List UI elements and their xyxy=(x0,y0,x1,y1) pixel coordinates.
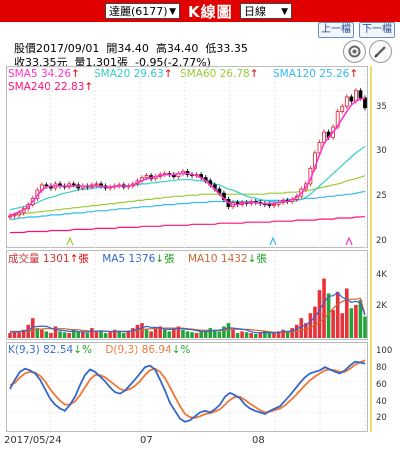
candle-body xyxy=(363,97,367,109)
volume-bar xyxy=(363,316,367,338)
volume-bar xyxy=(94,331,99,338)
volume-bar xyxy=(181,329,185,338)
volume-bar xyxy=(90,328,94,338)
volume-bar xyxy=(17,332,21,338)
volume-bar xyxy=(135,324,140,338)
sma240-line xyxy=(10,216,366,234)
candle-body xyxy=(353,90,358,102)
volume-bar xyxy=(117,331,122,338)
candle-body xyxy=(349,96,354,102)
volume-bar xyxy=(58,331,62,338)
volume-bar xyxy=(62,332,67,338)
volume-bar xyxy=(103,333,108,338)
candle-body xyxy=(358,90,363,99)
volume-bar xyxy=(308,313,313,338)
candle-body xyxy=(344,96,349,107)
volume-bar xyxy=(40,329,44,338)
candle-body xyxy=(144,175,149,179)
candle-body xyxy=(44,184,49,187)
volume-bar xyxy=(153,328,158,338)
volume-bar xyxy=(322,278,326,338)
volume-bar xyxy=(140,323,144,338)
volume-bar xyxy=(208,328,213,338)
candle-body xyxy=(94,183,99,186)
volume-bar xyxy=(162,329,167,338)
signal-marker xyxy=(66,236,74,246)
chart-canvas[interactable] xyxy=(0,0,400,450)
candle-body xyxy=(8,215,12,218)
volume-bar xyxy=(244,332,249,338)
volume-bar xyxy=(194,333,199,338)
volume-bar xyxy=(240,331,244,338)
k-line xyxy=(9,360,366,423)
volume-bar xyxy=(344,288,349,338)
volume-bar xyxy=(144,329,149,338)
volume-bar xyxy=(253,333,258,338)
volume-bar xyxy=(299,318,304,338)
volume-bar xyxy=(340,313,345,338)
volume-bar xyxy=(226,323,231,338)
volume-bar xyxy=(149,331,153,338)
volume-bar xyxy=(235,333,240,338)
volume-bar xyxy=(44,331,49,338)
volume-bar xyxy=(354,304,358,338)
volume-bar xyxy=(108,332,112,338)
volume-bar xyxy=(313,306,317,338)
candle-body xyxy=(12,214,17,217)
volume-bar xyxy=(335,291,340,338)
volume-bar xyxy=(272,333,276,338)
sma5-line xyxy=(9,97,366,216)
volume-bar xyxy=(258,333,263,338)
volume-bar xyxy=(81,332,85,338)
volume-bar xyxy=(131,328,135,338)
volume-bar xyxy=(249,333,254,338)
volume-bar xyxy=(317,290,322,338)
candle-body xyxy=(71,183,76,186)
volume-bar xyxy=(121,333,126,338)
volume-bar xyxy=(8,333,12,338)
volume-bar xyxy=(190,332,194,338)
volume-bar xyxy=(290,328,294,338)
volume-bar xyxy=(231,329,235,338)
volume-bar xyxy=(217,331,222,338)
volume-bar xyxy=(281,329,285,338)
candle-body xyxy=(17,212,22,216)
volume-bar xyxy=(199,331,203,338)
candle-body xyxy=(272,204,276,207)
volume-bar xyxy=(185,331,190,338)
signal-marker xyxy=(345,236,353,246)
candle-body xyxy=(267,204,272,207)
volume-bar xyxy=(285,332,290,338)
volume-bar xyxy=(331,309,335,338)
volume-bar xyxy=(167,331,172,338)
volume-bar xyxy=(49,333,53,338)
volume-bar xyxy=(349,308,354,338)
volume-bar xyxy=(85,333,90,338)
volume-bar xyxy=(76,331,81,338)
volume-bar xyxy=(67,333,71,338)
candle-body xyxy=(340,105,345,112)
